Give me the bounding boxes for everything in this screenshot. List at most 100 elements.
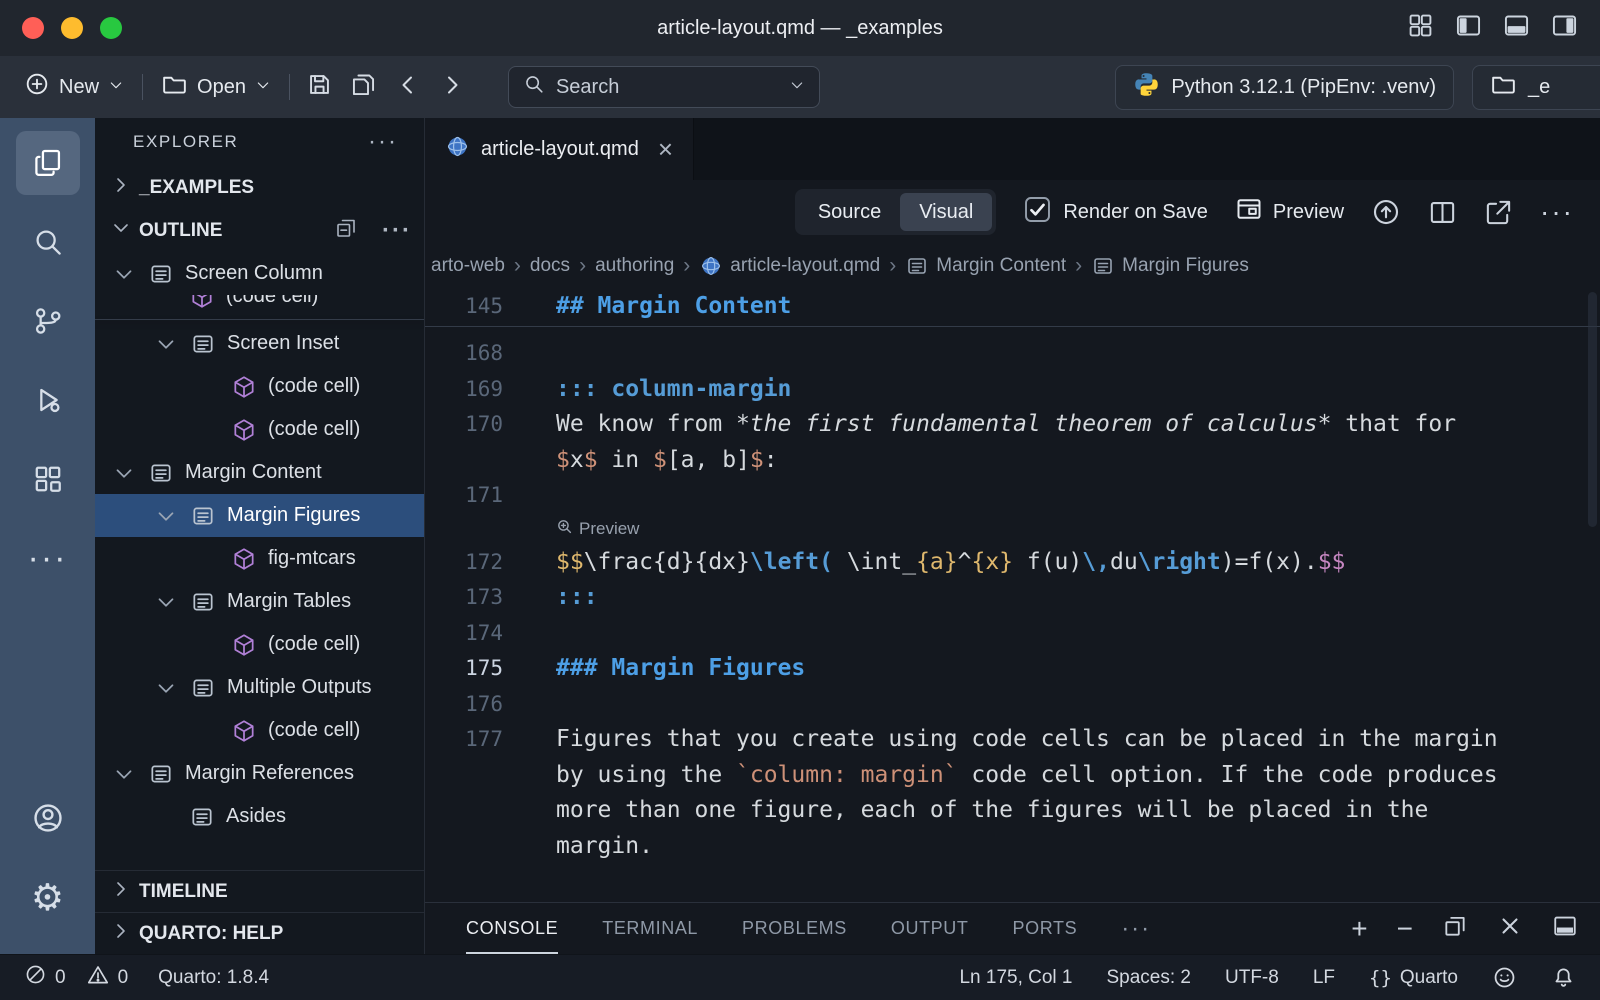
breadcrumb-item[interactable]: authoring: [595, 255, 674, 277]
panel-tab-output[interactable]: OUTPUT: [891, 903, 969, 954]
outline-item[interactable]: (code cell): [95, 365, 424, 408]
feedback-smiley-icon[interactable]: [1492, 965, 1517, 990]
split-editor-icon[interactable]: [1428, 198, 1457, 227]
code-line[interactable]: $x$ in $[a, b]$:: [425, 442, 1600, 478]
sidebar-section-examples[interactable]: _EXAMPLES: [95, 166, 424, 210]
activitybar-extensions-icon[interactable]: [16, 447, 80, 511]
sticky-scroll-line[interactable]: 145## Margin Content: [425, 288, 1600, 327]
code-line[interactable]: margin.: [425, 828, 1600, 864]
open-in-new-window-icon[interactable]: [1484, 198, 1513, 227]
outline-item[interactable]: Screen Inset: [95, 322, 424, 365]
activitybar-more-icon[interactable]: ···: [16, 526, 80, 590]
interpreter-selector[interactable]: Python 3.12.1 (PipEnv: .venv): [1115, 65, 1454, 110]
search-input[interactable]: Search: [508, 66, 820, 108]
code-editor[interactable]: 145## Margin Content 168169::: column-ma…: [425, 288, 1600, 902]
cursor-position-status[interactable]: Ln 175, Col 1: [959, 967, 1072, 989]
close-tab-icon[interactable]: ×: [658, 136, 673, 162]
save-button[interactable]: [298, 65, 342, 109]
toggle-left-panel-icon[interactable]: [1455, 12, 1482, 44]
collapse-all-icon[interactable]: [334, 216, 364, 246]
minimize-panel-icon[interactable]: −: [1397, 915, 1413, 943]
encoding-status[interactable]: UTF-8: [1225, 967, 1279, 989]
code-line[interactable]: 171: [425, 478, 1600, 514]
problems-status[interactable]: 0 0: [24, 963, 128, 993]
eol-status[interactable]: LF: [1313, 967, 1335, 989]
activitybar-search-icon[interactable]: [16, 210, 80, 274]
outline-item[interactable]: fig-mtcars: [95, 537, 424, 580]
code-line[interactable]: 172$$\frac{d}{dx}\left( \int_{a}^{x} f(u…: [425, 544, 1600, 580]
new-console-plus-icon[interactable]: +: [1351, 915, 1367, 943]
restore-panel-icon[interactable]: [1442, 913, 1468, 944]
code-line[interactable]: 176: [425, 686, 1600, 722]
math-preview-codelens[interactable]: Preview: [556, 513, 1600, 544]
outline-item[interactable]: Margin Content: [95, 451, 424, 494]
code-line[interactable]: 177Figures that you create using code ce…: [425, 722, 1600, 758]
visual-mode-button[interactable]: Visual: [900, 193, 992, 231]
outline-item[interactable]: (code cell): [95, 408, 424, 451]
code-line[interactable]: 145## Margin Content: [425, 288, 1600, 324]
new-button[interactable]: New: [14, 65, 134, 109]
save-all-button[interactable]: [342, 65, 386, 109]
activitybar-settings-gear-icon[interactable]: ⚙: [16, 865, 80, 929]
outline-item[interactable]: Screen Column: [95, 252, 424, 295]
panel-tab-ports[interactable]: PORTS: [1013, 903, 1078, 954]
outline-item[interactable]: Margin Tables: [95, 580, 424, 623]
open-button[interactable]: Open: [151, 65, 281, 109]
breadcrumb-item[interactable]: article-layout.qmd: [699, 254, 880, 278]
code-line[interactable]: 169::: column-margin: [425, 371, 1600, 407]
activitybar-run-debug-icon[interactable]: [16, 368, 80, 432]
code-line[interactable]: 175### Margin Figures: [425, 651, 1600, 687]
explorer-more-actions-icon[interactable]: ···: [368, 137, 398, 147]
close-window-button[interactable]: [22, 17, 44, 39]
code-line[interactable]: more than one figure, each of the figure…: [425, 793, 1600, 829]
layout-grid-icon[interactable]: [1407, 12, 1434, 44]
editor-scrollbar[interactable]: [1588, 292, 1597, 527]
activitybar-account-icon[interactable]: [16, 786, 80, 850]
code-line[interactable]: 173:::: [425, 580, 1600, 616]
breadcrumb-item[interactable]: Margin Content: [905, 254, 1066, 278]
minimize-window-button[interactable]: [61, 17, 83, 39]
code-line[interactable]: 174: [425, 615, 1600, 651]
zoom-window-button[interactable]: [100, 17, 122, 39]
code-line[interactable]: by using the `column: margin` code cell …: [425, 757, 1600, 793]
sidebar-section-quarto-help[interactable]: QUARTO: HELP: [95, 912, 424, 954]
sidebar-section-outline[interactable]: OUTLINE ···: [95, 210, 424, 252]
outline-item[interactable]: (code cell): [95, 623, 424, 666]
outline-item[interactable]: Margin Figures: [95, 494, 424, 537]
activitybar-source-control-icon[interactable]: [16, 289, 80, 353]
panel-tab-terminal[interactable]: TERMINAL: [602, 903, 698, 954]
panel-more-icon[interactable]: ···: [1121, 924, 1151, 934]
more-actions-icon[interactable]: ···: [1540, 207, 1574, 217]
language-mode-status[interactable]: {} Quarto: [1369, 967, 1458, 989]
breadcrumb-item[interactable]: Margin Figures: [1091, 254, 1249, 278]
code-line[interactable]: 168: [425, 336, 1600, 372]
outline-item[interactable]: Multiple Outputs: [95, 666, 424, 709]
source-mode-button[interactable]: Source: [799, 193, 900, 231]
breadcrumb-item[interactable]: arto-web: [431, 255, 505, 277]
outline-item[interactable]: Asides: [95, 795, 424, 838]
navigate-back-button[interactable]: [386, 65, 430, 109]
navigate-forward-button[interactable]: [430, 65, 474, 109]
sidebar-section-timeline[interactable]: TIMELINE: [95, 870, 424, 912]
quarto-version-status[interactable]: Quarto: 1.8.4: [158, 967, 269, 989]
notifications-bell-icon[interactable]: [1551, 965, 1576, 990]
outline-item[interactable]: (code cell): [95, 709, 424, 752]
indentation-status[interactable]: Spaces: 2: [1107, 967, 1192, 989]
breadcrumb-item[interactable]: docs: [530, 255, 570, 277]
panel-tab-console[interactable]: CONSOLE: [466, 903, 558, 954]
outline-item[interactable]: Margin References: [95, 752, 424, 795]
outline-item[interactable]: (code cell): [95, 295, 424, 318]
toggle-bottom-panel-icon[interactable]: [1503, 12, 1530, 44]
render-circle-arrow-icon[interactable]: [1371, 197, 1401, 227]
workspace-folder-button[interactable]: _e: [1472, 65, 1600, 110]
code-line[interactable]: 170We know from *the first fundamental t…: [425, 407, 1600, 443]
outline-more-actions-icon[interactable]: ···: [382, 226, 412, 236]
preview-button[interactable]: Preview: [1235, 195, 1344, 229]
activitybar-explorer-icon[interactable]: [16, 131, 80, 195]
panel-tab-problems[interactable]: PROBLEMS: [742, 903, 847, 954]
toggle-right-panel-icon[interactable]: [1551, 12, 1578, 44]
tab-article-layout[interactable]: article-layout.qmd ×: [425, 118, 694, 180]
panel-layout-icon[interactable]: [1552, 913, 1578, 944]
close-panel-icon[interactable]: [1497, 913, 1523, 944]
render-on-save-checkbox[interactable]: Render on Save: [1023, 195, 1208, 230]
